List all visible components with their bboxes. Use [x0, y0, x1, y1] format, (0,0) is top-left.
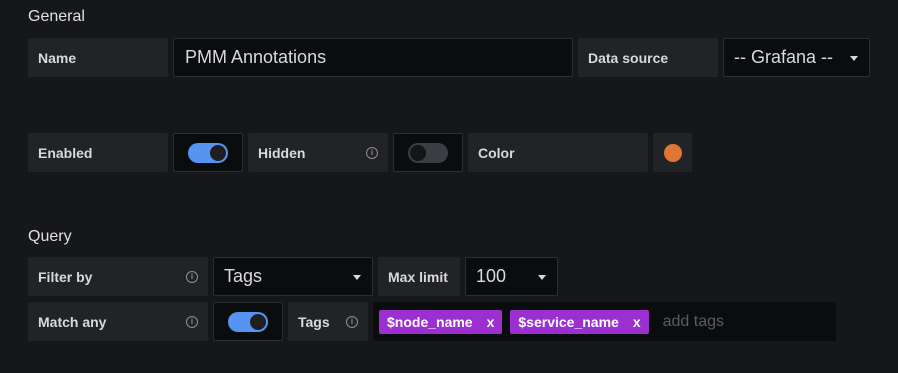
chevron-down-icon [538, 274, 546, 280]
hidden-label-text: Hidden [258, 144, 306, 161]
color-label-text: Color [478, 144, 515, 161]
info-icon[interactable]: i [186, 315, 198, 328]
enabled-label-text: Enabled [38, 144, 93, 161]
filter-by-label-text: Filter by [38, 268, 93, 285]
tag-chip: $node_name x [379, 309, 503, 334]
info-icon[interactable]: i [346, 315, 358, 328]
hidden-label: Hidden i [248, 133, 388, 172]
enabled-label: Enabled [28, 133, 168, 172]
max-limit-select[interactable]: 100 [465, 257, 558, 296]
toggle-knob [250, 313, 266, 330]
match-any-label-text: Match any [38, 313, 107, 330]
name-label-text: Name [38, 49, 77, 66]
enabled-toggle[interactable] [188, 142, 228, 163]
max-limit-label: Max limit [378, 257, 460, 296]
match-any-switch-container [213, 302, 283, 341]
match-any-label: Match any i [28, 302, 208, 341]
filter-by-label: Filter by i [28, 257, 208, 296]
info-icon[interactable]: i [186, 270, 198, 283]
tags-input[interactable]: $node_name x $service_name x add tags [373, 302, 836, 341]
chevron-down-icon [850, 55, 858, 61]
tags-placeholder[interactable]: add tags [663, 313, 724, 331]
datasource-label-text: Data source [588, 49, 669, 66]
datasource-select-value: -- Grafana -- [734, 47, 834, 67]
tag-remove-button[interactable]: x [633, 314, 641, 330]
color-label: Color [468, 133, 648, 172]
hidden-toggle[interactable] [408, 142, 448, 163]
max-limit-label-text: Max limit [388, 268, 448, 285]
name-input-value: PMM Annotations [185, 47, 327, 67]
toggle-knob [210, 144, 226, 161]
info-icon[interactable]: i [366, 146, 378, 159]
match-any-toggle[interactable] [228, 311, 268, 332]
tag-label: $node_name [387, 313, 473, 330]
datasource-label: Data source [578, 38, 718, 77]
tag-chip: $service_name x [510, 309, 649, 334]
filter-by-select[interactable]: Tags [213, 257, 373, 296]
tag-label: $service_name [518, 313, 619, 330]
hidden-switch-container [393, 133, 463, 172]
tag-remove-button[interactable]: x [487, 314, 495, 330]
section-title-general: General [28, 8, 85, 25]
toggle-knob [410, 144, 426, 161]
chevron-down-icon [353, 274, 361, 280]
name-label: Name [28, 38, 168, 77]
tags-label: Tags i [288, 302, 368, 341]
enabled-switch-container [173, 133, 243, 172]
color-picker[interactable] [653, 133, 692, 172]
name-input[interactable]: PMM Annotations [173, 38, 573, 77]
color-swatch [663, 143, 682, 162]
datasource-select[interactable]: -- Grafana -- [723, 38, 870, 77]
section-title-query: Query [28, 228, 72, 245]
filter-by-select-value: Tags [224, 266, 263, 286]
max-limit-select-value: 100 [476, 266, 507, 286]
tags-label-text: Tags [298, 313, 330, 330]
